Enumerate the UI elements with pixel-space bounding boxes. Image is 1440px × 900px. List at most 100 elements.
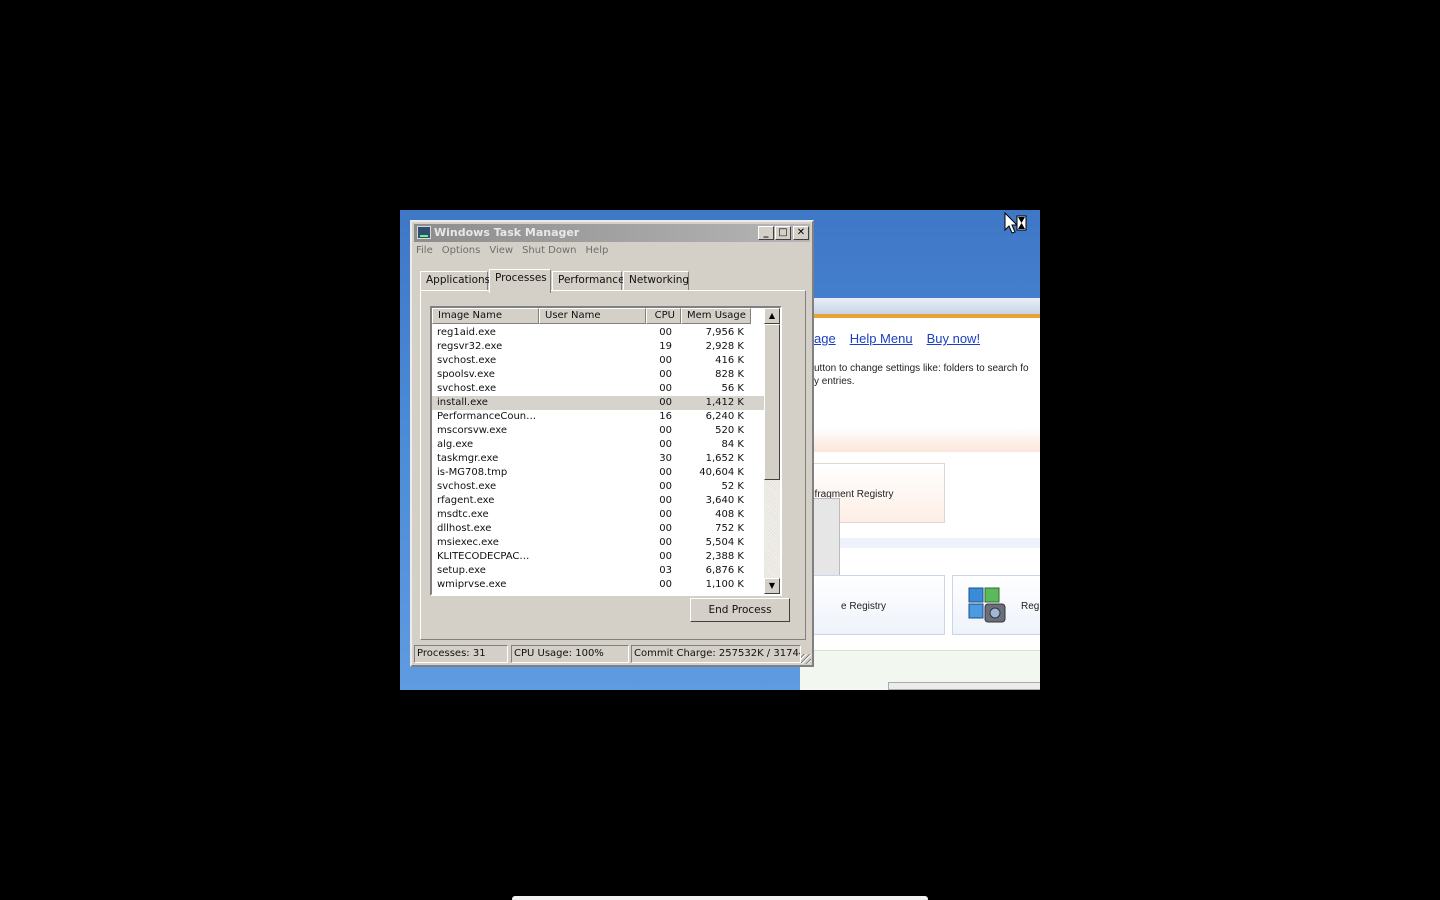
process-mem-usage: 52 K <box>721 481 744 492</box>
process-row[interactable]: mscorsvw.exe 00 520 K <box>432 424 764 438</box>
vertical-scrollbar[interactable]: ▲ ▼ <box>764 308 780 594</box>
process-cpu: 00 <box>659 523 672 534</box>
tab-performance[interactable]: Performance <box>552 271 625 291</box>
process-cpu: 03 <box>659 565 672 576</box>
process-row[interactable]: alg.exe 00 84 K <box>432 438 764 452</box>
registry-app-window: age Help Menu Buy now! utton to change set… <box>800 298 1040 690</box>
window-title: Windows Task Manager <box>434 226 580 239</box>
process-row[interactable]: msiexec.exe 00 5,504 K <box>432 536 764 550</box>
description-line: utton to change settings like: folders t… <box>814 363 1029 374</box>
process-cpu: 00 <box>659 369 672 380</box>
process-image-name: mscorsvw.exe <box>437 425 507 436</box>
process-row[interactable]: svchost.exe 00 56 K <box>432 382 764 396</box>
scroll-thumb[interactable] <box>764 324 780 480</box>
process-image-name: spoolsv.exe <box>437 369 495 380</box>
tab-networking[interactable]: Networking <box>623 271 689 291</box>
process-mem-usage: 416 K <box>715 355 744 366</box>
end-process-button[interactable]: End Process <box>690 598 790 622</box>
process-list[interactable]: Image Name User Name CPU Mem Usage reg1a… <box>430 306 782 596</box>
registry-tool-card[interactable]: Reg <box>952 575 1040 635</box>
horizontal-scrollbar[interactable] <box>888 682 1040 690</box>
title-bar[interactable]: Windows Task Manager _ □ ✕ <box>414 224 810 242</box>
menu-shut-down[interactable]: Shut Down <box>522 245 576 256</box>
process-cpu: 00 <box>659 495 672 506</box>
process-row[interactable]: regsvr32.exe 19 2,928 K <box>432 340 764 354</box>
process-image-name: install.exe <box>437 397 488 408</box>
description-line: y entries. <box>814 376 855 387</box>
process-cpu: 00 <box>659 467 672 478</box>
nav-link-buy-now[interactable]: Buy now! <box>927 331 980 346</box>
player-progress-bar <box>512 896 928 900</box>
scroll-up-arrow-icon[interactable]: ▲ <box>764 308 780 324</box>
scroll-down-arrow-icon[interactable]: ▼ <box>764 578 780 594</box>
column-image-name[interactable]: Image Name <box>432 308 539 324</box>
process-mem-usage: 828 K <box>715 369 744 380</box>
process-mem-usage: 56 K <box>721 383 744 394</box>
column-user-name[interactable]: User Name <box>539 308 646 324</box>
process-mem-usage: 752 K <box>715 523 744 534</box>
process-cpu: 00 <box>659 397 672 408</box>
process-row[interactable]: rfagent.exe 00 3,640 K <box>432 494 764 508</box>
nav-link-help-menu[interactable]: Help Menu <box>850 331 913 346</box>
process-image-name: taskmgr.exe <box>437 453 499 464</box>
tab-processes[interactable]: Processes <box>489 269 551 293</box>
process-mem-usage: 84 K <box>721 439 744 450</box>
process-cpu: 30 <box>659 453 672 464</box>
column-mem-usage[interactable]: Mem Usage <box>681 308 751 324</box>
nav-link-page[interactable]: age <box>814 331 836 346</box>
process-image-name: msiexec.exe <box>437 537 499 548</box>
process-row[interactable]: msdtc.exe 00 408 K <box>432 508 764 522</box>
section-band <box>800 428 1040 452</box>
process-mem-usage: 408 K <box>715 509 744 520</box>
status-bar: Processes: 31 CPU Usage: 100% Commit Cha… <box>412 643 812 665</box>
app-description: utton to change settings like: folders t… <box>814 362 1040 388</box>
tab-applications[interactable]: Applications <box>420 271 490 291</box>
process-image-name: rfagent.exe <box>437 495 495 506</box>
process-row[interactable]: KLITECODECPAC… 00 2,388 K <box>432 550 764 564</box>
process-row[interactable]: is-MG708.tmp 00 40,604 K <box>432 466 764 480</box>
registry-tool-icon <box>968 587 1006 623</box>
process-row[interactable]: PerformanceCoun… 16 6,240 K <box>432 410 764 424</box>
process-mem-usage: 6,876 K <box>705 565 744 576</box>
minimize-button[interactable]: _ <box>758 226 774 240</box>
card-label: e Registry <box>841 601 887 612</box>
process-row[interactable]: spoolsv.exe 00 828 K <box>432 368 764 382</box>
process-cpu: 00 <box>659 481 672 492</box>
process-row[interactable]: svchost.exe 00 52 K <box>432 480 764 494</box>
resize-grip-icon[interactable] <box>801 654 811 664</box>
process-row[interactable]: setup.exe 03 6,876 K <box>432 564 764 578</box>
maximize-button[interactable]: □ <box>775 226 791 240</box>
process-row[interactable]: taskmgr.exe 30 1,652 K <box>432 452 764 466</box>
process-mem-usage: 1,652 K <box>705 453 744 464</box>
process-mem-usage: 2,388 K <box>705 551 744 562</box>
process-image-name: is-MG708.tmp <box>437 467 508 478</box>
menu-options[interactable]: Options <box>442 245 481 256</box>
process-image-name: svchost.exe <box>437 481 497 492</box>
app-header-bar <box>800 298 1040 318</box>
registry-card[interactable]: e Registry <box>800 575 945 635</box>
close-button[interactable]: ✕ <box>793 226 809 240</box>
process-cpu: 00 <box>659 355 672 366</box>
process-image-name: reg1aid.exe <box>437 327 496 338</box>
task-manager-icon <box>417 226 431 239</box>
process-row[interactable]: wmiprvse.exe 00 1,100 K <box>432 578 764 592</box>
process-row[interactable]: reg1aid.exe 00 7,956 K <box>432 326 764 340</box>
process-row[interactable]: dllhost.exe 00 752 K <box>432 522 764 536</box>
process-mem-usage: 1,412 K <box>705 397 744 408</box>
process-row[interactable]: install.exe 00 1,412 K <box>432 396 764 410</box>
busy-cursor-icon <box>1004 212 1027 234</box>
process-cpu: 19 <box>659 341 672 352</box>
menu-bar: File Options View Shut Down Help <box>416 245 617 256</box>
process-mem-usage: 7,956 K <box>705 327 744 338</box>
process-row[interactable]: svchost.exe 00 416 K <box>432 354 764 368</box>
process-mem-usage: 520 K <box>715 425 744 436</box>
list-header: Image Name User Name CPU Mem Usage <box>432 308 764 324</box>
column-cpu[interactable]: CPU <box>646 308 681 324</box>
process-cpu: 00 <box>659 425 672 436</box>
menu-file[interactable]: File <box>416 245 433 256</box>
status-commit-charge: Commit Charge: 257532K / 31744 <box>631 645 801 663</box>
process-image-name: regsvr32.exe <box>437 341 503 352</box>
menu-help[interactable]: Help <box>586 245 609 256</box>
menu-view[interactable]: View <box>489 245 513 256</box>
process-cpu: 00 <box>659 383 672 394</box>
